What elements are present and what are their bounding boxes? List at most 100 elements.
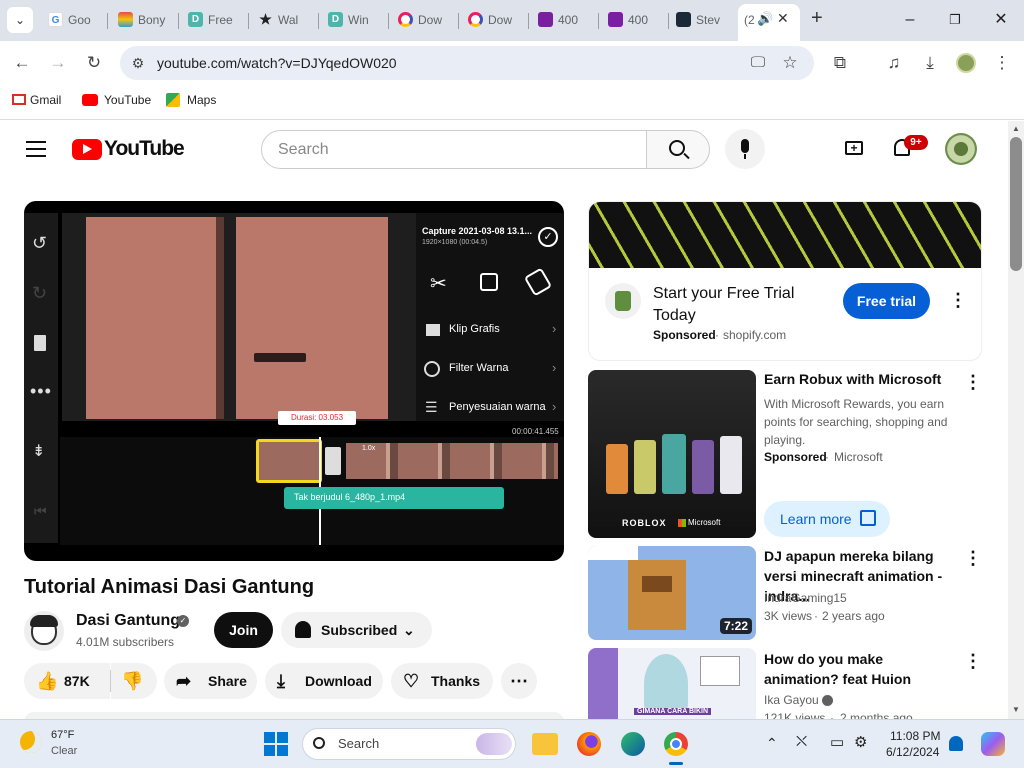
menu-kebab-icon[interactable]: ⋮: [990, 51, 1014, 75]
sponsored-label: Sponsored: [764, 450, 827, 464]
video-thumbnail[interactable]: ROBLOX Microsoft: [588, 370, 756, 538]
like-button[interactable]: 👍 87K: [24, 663, 110, 699]
site-info-icon[interactable]: ⚙: [126, 51, 150, 75]
advertiser-name: Microsoft: [834, 450, 883, 464]
share-button[interactable]: ➦ Share: [164, 663, 257, 699]
bookmark-gmail[interactable]: Gmail: [12, 92, 61, 108]
video-thumbnail[interactable]: 7:22: [588, 546, 756, 640]
video-menu-icon[interactable]: ⋮: [964, 651, 982, 672]
clock-time[interactable]: 11:08 PM: [890, 729, 940, 743]
thanks-button[interactable]: ♡ Thanks: [391, 663, 493, 699]
chrome-icon[interactable]: [664, 732, 688, 756]
verified-check-icon: [822, 695, 833, 706]
new-tab-button[interactable]: +: [811, 7, 823, 30]
clip-speed-label: 1.0x: [362, 445, 376, 452]
browser-tab[interactable]: ★ Wal: [252, 7, 318, 33]
timecode: 00:00:41.455: [512, 427, 559, 436]
browser-tab[interactable]: Bony: [112, 7, 178, 33]
search-highlight-icon: [476, 733, 512, 755]
dislike-button[interactable]: 👎: [111, 663, 157, 699]
forward-icon[interactable]: →: [46, 51, 70, 75]
scroll-up-arrow-icon[interactable]: ▲: [1012, 124, 1020, 133]
video-title-link[interactable]: Earn Robux with Microsoft: [764, 371, 941, 387]
google-icon: G: [48, 12, 63, 27]
firefox-icon[interactable]: [577, 732, 601, 756]
channel-name[interactable]: Ika Gayou: [764, 693, 819, 707]
edge-icon[interactable]: [621, 732, 645, 756]
video-title-link[interactable]: How do you make animation? feat Huion: [764, 649, 960, 689]
account-avatar[interactable]: [945, 133, 977, 165]
tab-separator: [458, 13, 459, 29]
active-app-indicator: [669, 762, 683, 765]
browser-tab[interactable]: Dow: [392, 7, 458, 33]
chevron-right-icon: ›: [552, 321, 557, 336]
channel-name[interactable]: IndraGaming15: [764, 591, 847, 605]
weather-temp[interactable]: 67°F: [51, 729, 74, 741]
browser-tab[interactable]: 400: [532, 7, 598, 33]
wifi-settings-icon[interactable]: ⚙: [854, 733, 867, 751]
reload-icon[interactable]: ↻: [82, 51, 106, 75]
voice-search-button[interactable]: [725, 129, 765, 169]
skip-start-icon: ⏮: [34, 503, 47, 519]
bookmark-star-icon[interactable]: ☆: [778, 51, 802, 75]
browser-tab[interactable]: D Win: [322, 7, 388, 33]
maximize-button[interactable]: ❐: [941, 9, 969, 31]
video-thumbnail[interactable]: GIMANA CARA BIKIN: [588, 648, 756, 719]
media-controls-icon[interactable]: ♫: [882, 51, 906, 75]
audio-track-label: Tak berjudul 6_480p_1.mp4: [294, 492, 406, 502]
scrollbar-thumb[interactable]: [1010, 137, 1022, 271]
windows-start-icon[interactable]: [264, 732, 288, 756]
video-menu-icon[interactable]: ⋮: [964, 548, 982, 569]
browser-tab[interactable]: Stev: [670, 7, 736, 33]
channel-avatar[interactable]: [24, 611, 64, 651]
capture-title: Capture 2021-03-08 13.1...: [422, 226, 533, 236]
bookmark-maps[interactable]: Maps: [166, 92, 216, 108]
notification-bell-icon[interactable]: [949, 736, 963, 751]
free-trial-button[interactable]: Free trial: [843, 283, 930, 319]
clock-date[interactable]: 6/12/2024: [886, 745, 939, 759]
minimize-button[interactable]: –: [896, 9, 924, 31]
browser-tab[interactable]: 400: [602, 7, 668, 33]
download-icon[interactable]: ⤓: [918, 51, 942, 75]
create-video-icon[interactable]: +: [845, 141, 863, 155]
youtube-logo-icon[interactable]: [72, 139, 102, 160]
profile-avatar[interactable]: [956, 53, 976, 73]
search-input[interactable]: Search: [261, 130, 647, 169]
download-button[interactable]: ⤓ Download: [265, 663, 383, 699]
install-app-icon[interactable]: 🖵: [746, 51, 770, 75]
menu-clip-graphics: Klip Grafis: [449, 323, 500, 335]
tab-search-button[interactable]: ⌄: [7, 7, 33, 33]
youtube-logo-text[interactable]: YouTube: [104, 137, 185, 161]
ad-sponsored: Sponsored: [653, 328, 716, 342]
channel-name[interactable]: Dasi Gantung: [76, 612, 180, 630]
hamburger-menu-icon[interactable]: [26, 141, 46, 157]
video-menu-icon[interactable]: ⋮: [964, 372, 982, 393]
scroll-down-arrow-icon[interactable]: ▼: [1012, 705, 1020, 714]
join-button[interactable]: Join: [214, 612, 273, 648]
ad-title[interactable]: Start your Free Trial Today: [653, 283, 833, 327]
network-off-icon[interactable]: ⛌: [796, 733, 807, 750]
learn-more-button[interactable]: Learn more: [764, 501, 890, 537]
tray-chevron-up-icon[interactable]: ⌃: [766, 735, 778, 752]
ad-menu-icon[interactable]: ⋮: [949, 290, 967, 311]
duration-badge: 7:22: [720, 618, 753, 634]
tab-separator: [318, 13, 319, 29]
search-button[interactable]: [646, 130, 710, 169]
close-window-button[interactable]: ✕: [987, 9, 1015, 31]
copilot-icon[interactable]: [981, 732, 1005, 756]
shopify-icon: [605, 283, 641, 319]
browser-tab[interactable]: D Free: [182, 7, 248, 33]
extensions-icon[interactable]: ⧉: [828, 51, 852, 75]
browser-tab[interactable]: G Goo: [42, 7, 108, 33]
video-player[interactable]: ↺ ↻ ••• ⇟ ⏮ Capture 2021-03-08 13.1... 1…: [24, 201, 564, 561]
subscribed-button[interactable]: Subscribed ⌄: [281, 612, 432, 648]
file-explorer-icon[interactable]: [532, 733, 558, 755]
browser-tab[interactable]: Dow: [462, 7, 528, 33]
bookmark-youtube[interactable]: YouTube: [82, 92, 151, 108]
display-icon[interactable]: ▭: [830, 733, 844, 751]
more-actions-button[interactable]: ⋯: [501, 663, 537, 699]
back-icon[interactable]: ←: [10, 51, 34, 75]
url-text[interactable]: youtube.com/watch?v=DJYqedOW020: [157, 55, 397, 71]
close-tab-icon[interactable]: ✕: [777, 10, 789, 27]
moon-weather-icon[interactable]: [20, 731, 42, 753]
